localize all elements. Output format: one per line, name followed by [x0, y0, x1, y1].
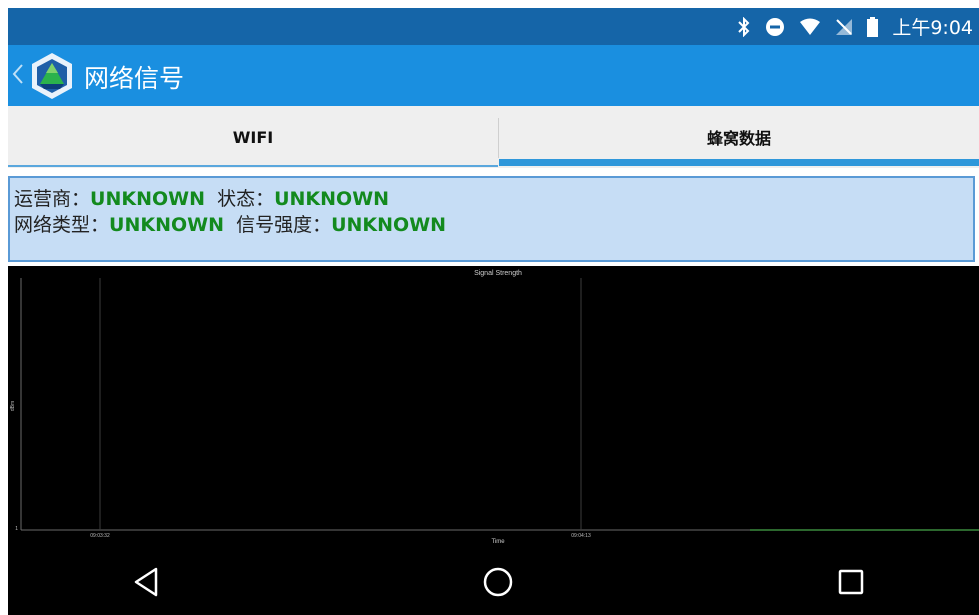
app-title: 网络信号: [84, 64, 185, 93]
do-not-disturb-icon: [766, 17, 785, 36]
home-circle-icon[interactable]: [481, 565, 515, 599]
carrier-label: 运营商：: [14, 188, 91, 210]
y-tick-label-1: 1: [15, 526, 18, 532]
tab-wifi[interactable]: WIFI: [8, 106, 498, 168]
page-edge: [0, 0, 8, 615]
x-tick-label-1: 09:03:32: [90, 533, 110, 539]
status-time: 上午9:04: [892, 17, 973, 39]
status-bar: 上午9:04: [8, 8, 979, 45]
carrier-value: UNKNOWN: [90, 188, 205, 210]
wifi-icon: [800, 18, 821, 35]
app-logo-icon[interactable]: [26, 51, 78, 101]
tab-cellular-indicator: [499, 159, 979, 166]
state-value: UNKNOWN: [274, 188, 390, 210]
bluetooth-icon: [738, 16, 750, 37]
no-sim-icon: [836, 18, 853, 35]
tab-bar: WIFI 蜂窝数据: [8, 106, 979, 168]
signal-chart-svg: Signal Strength 09:03:32 09:04:13 1 Time…: [10, 270, 979, 545]
app-bar: 网络信号: [8, 45, 979, 106]
network-type-label: 网络类型：: [14, 214, 110, 236]
tab-wifi-underline: [8, 165, 498, 167]
signal-chart: Signal Strength 09:03:32 09:04:13 1 Time…: [8, 266, 979, 545]
battery-icon: [867, 16, 879, 37]
back-triangle-icon[interactable]: [129, 565, 163, 599]
signal-strength-value: UNKNOWN: [331, 214, 447, 236]
y-axis-label: dBm: [10, 401, 16, 411]
network-info-panel: 运营商：UNKNOWN 状态：UNKNOWN 网络类型：UNKNOWN 信号强度…: [8, 176, 975, 262]
info-line-carrier-state: 运营商：UNKNOWN 状态：UNKNOWN: [14, 184, 389, 211]
info-line-type-signal: 网络类型：UNKNOWN 信号强度：UNKNOWN: [14, 210, 446, 237]
signal-strength-label: 信号强度：: [236, 214, 332, 236]
x-tick-label-2: 09:04:13: [571, 533, 591, 539]
tab-wifi-label: WIFI: [232, 127, 274, 147]
tab-cellular-label: 蜂窝数据: [706, 129, 771, 148]
recents-square-icon[interactable]: [834, 565, 868, 599]
system-nav-bar: [8, 545, 979, 615]
back-chevron-icon[interactable]: [11, 63, 25, 85]
state-label: 状态：: [217, 188, 275, 210]
network-type-value: UNKNOWN: [109, 214, 224, 236]
chart-title: Signal Strength: [474, 270, 522, 277]
